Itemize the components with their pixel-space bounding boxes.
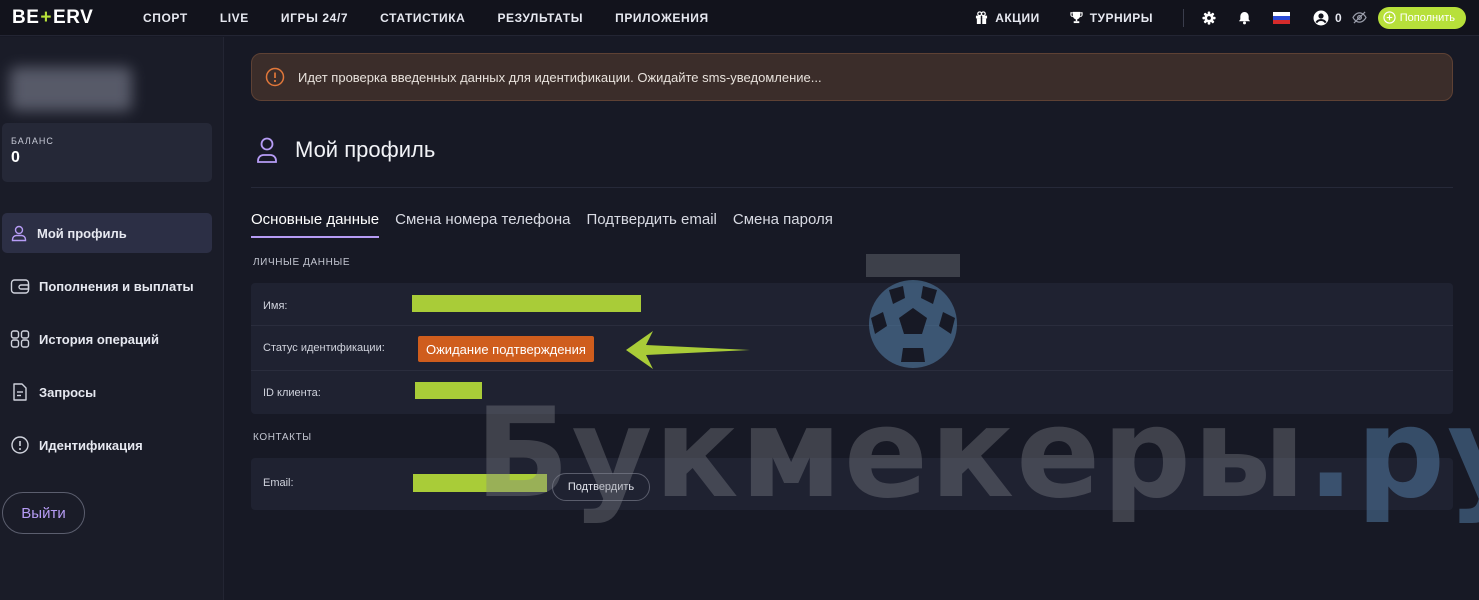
header-divider bbox=[1183, 8, 1185, 27]
balance-label: БАЛАНС bbox=[11, 136, 54, 146]
email-row: Email: Подтвердить bbox=[251, 460, 1453, 505]
name-label: Имя: bbox=[263, 299, 288, 312]
client-id-row: ID клиента: bbox=[251, 370, 1453, 415]
sidebar-item-label: История операций bbox=[39, 331, 160, 347]
sidebar-item-profile[interactable]: Мой профиль bbox=[2, 213, 212, 253]
promotions-link[interactable]: АКЦИИ bbox=[975, 11, 1040, 25]
logo-plus: + bbox=[40, 6, 53, 28]
annotation-arrow bbox=[626, 331, 750, 369]
deposit-button[interactable]: Пополнить bbox=[1377, 6, 1466, 29]
balance-value: 0 bbox=[11, 149, 20, 166]
logo-text-left: BE bbox=[12, 6, 40, 28]
title-divider bbox=[251, 187, 1453, 188]
page-header: Мой профиль bbox=[255, 136, 435, 164]
bell-icon bbox=[1238, 11, 1251, 24]
nav-results[interactable]: РЕЗУЛЬТАТЫ bbox=[497, 11, 583, 25]
tournaments-label: ТУРНИРЫ bbox=[1089, 10, 1154, 25]
redacted-email bbox=[413, 474, 547, 492]
identification-status-label: Статус идентификации: bbox=[263, 342, 385, 354]
tournaments-link[interactable]: ТУРНИРЫ bbox=[1070, 11, 1153, 25]
info-icon bbox=[11, 436, 29, 454]
logo-text-right: ERV bbox=[53, 6, 94, 28]
tab-change-phone[interactable]: Смена номера телефона bbox=[395, 211, 570, 238]
nav-apps[interactable]: ПРИЛОЖЕНИЯ bbox=[615, 11, 709, 25]
eye-off-icon bbox=[1352, 11, 1367, 24]
redacted-client-id bbox=[415, 382, 482, 399]
sidebar-item-label: Мой профиль bbox=[37, 225, 127, 241]
settings-button[interactable] bbox=[1202, 10, 1216, 25]
name-row: Имя: bbox=[251, 283, 1453, 328]
balance-card: БАЛАНС 0 bbox=[2, 123, 212, 182]
sidebar-item-requests[interactable]: Запросы bbox=[2, 372, 212, 412]
plus-circle-icon bbox=[1383, 11, 1396, 24]
sidebar-item-payments[interactable]: Пополнения и выплаты bbox=[2, 266, 212, 306]
logout-button[interactable]: Выйти bbox=[2, 492, 85, 534]
contacts-heading: КОНТАКТЫ bbox=[253, 432, 312, 443]
verification-alert: Идет проверка введенных данных для идент… bbox=[251, 53, 1453, 101]
profile-menu: Мой профиль Пополнения и выплаты История… bbox=[2, 213, 212, 478]
sidebar-item-identification[interactable]: Идентификация bbox=[2, 425, 212, 465]
email-label: Email: bbox=[263, 476, 294, 489]
sidebar: БАЛАНС 0 Мой профиль Пополнения и выплат… bbox=[0, 37, 224, 600]
tab-main-data[interactable]: Основные данные bbox=[251, 211, 380, 238]
tab-change-password[interactable]: Смена пароля bbox=[733, 211, 833, 238]
personal-data-card: Имя: Статус идентификации: Ожидание подт… bbox=[251, 283, 1453, 414]
sidebar-item-label: Пополнения и выплаты bbox=[39, 278, 194, 294]
page-title: Мой профиль bbox=[295, 137, 436, 162]
user-circle-icon bbox=[1313, 10, 1329, 25]
profile-tabs: Основные данные Смена номера телефона По… bbox=[251, 211, 849, 238]
account-balance[interactable]: 0 bbox=[1313, 10, 1342, 26]
language-flag-ru[interactable] bbox=[1273, 11, 1291, 24]
confirm-email-button[interactable]: Подтвердить bbox=[552, 473, 650, 501]
promotions-label: АКЦИИ bbox=[995, 10, 1040, 25]
blurred-username bbox=[10, 67, 132, 111]
hide-balance-toggle[interactable] bbox=[1352, 11, 1367, 24]
notifications-button[interactable] bbox=[1238, 11, 1251, 25]
gift-icon bbox=[976, 11, 988, 24]
alert-text: Идет проверка введенных данных для идент… bbox=[298, 69, 822, 85]
identification-status-row: Статус идентификации: Ожидание подтвержд… bbox=[251, 325, 1453, 370]
redacted-name bbox=[412, 295, 641, 312]
sidebar-item-label: Идентификация bbox=[39, 437, 143, 453]
nav-sport[interactable]: СПОРТ bbox=[143, 11, 188, 25]
sidebar-item-label: Запросы bbox=[39, 384, 97, 400]
document-icon bbox=[13, 383, 27, 401]
client-id-label: ID клиента: bbox=[263, 387, 321, 399]
account-balance-value: 0 bbox=[1335, 10, 1342, 25]
nav-statistics[interactable]: СТАТИСТИКА bbox=[380, 11, 465, 25]
gear-icon bbox=[1202, 10, 1216, 25]
warning-icon bbox=[265, 67, 285, 87]
status-badge: Ожидание подтверждения bbox=[418, 336, 594, 362]
user-icon bbox=[11, 225, 27, 242]
trophy-icon bbox=[1070, 11, 1083, 24]
grid-icon bbox=[10, 330, 30, 348]
main-nav: СПОРТ LIVE ИГРЫ 24/7 СТАТИСТИКА РЕЗУЛЬТА… bbox=[143, 11, 741, 25]
header-actions: АКЦИИ ТУРНИРЫ 0 Пополнить bbox=[975, 6, 1479, 29]
wallet-icon bbox=[10, 279, 30, 294]
nav-games[interactable]: ИГРЫ 24/7 bbox=[281, 11, 348, 25]
deposit-label: Пополнить bbox=[1399, 11, 1455, 24]
nav-live[interactable]: LIVE bbox=[220, 11, 249, 25]
sidebar-item-history[interactable]: История операций bbox=[2, 319, 212, 359]
contacts-card: Email: Подтвердить bbox=[251, 458, 1453, 510]
soccer-ball-icon bbox=[869, 280, 957, 368]
watermark-bar bbox=[866, 254, 960, 277]
top-navigation-bar: BE + ERV СПОРТ LIVE ИГРЫ 24/7 СТАТИСТИКА Р… bbox=[0, 0, 1479, 36]
profile-icon bbox=[257, 137, 277, 163]
personal-data-heading: ЛИЧНЫЕ ДАННЫЕ bbox=[253, 257, 351, 268]
site-logo[interactable]: BE + ERV bbox=[12, 7, 104, 29]
tab-confirm-email[interactable]: Подтвердить email bbox=[587, 211, 717, 238]
